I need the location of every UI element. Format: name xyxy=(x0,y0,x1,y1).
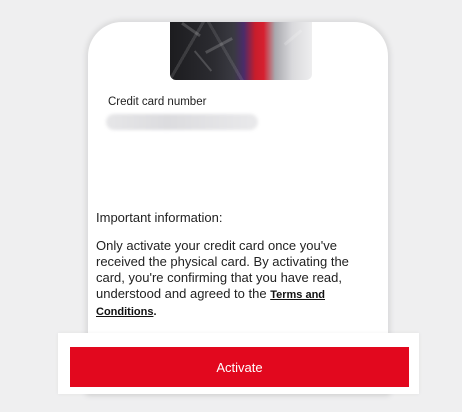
card-number-label: Credit card number xyxy=(108,96,207,108)
important-info-body: Only activate your credit card once you'… xyxy=(96,238,368,320)
terms-suffix: . xyxy=(153,306,157,318)
important-info-title: Important information: xyxy=(96,210,223,225)
card-number-value: •••• •••• •••• •••• xyxy=(106,114,258,130)
credit-card-image xyxy=(170,22,312,80)
activate-button[interactable]: Activate xyxy=(70,347,409,387)
